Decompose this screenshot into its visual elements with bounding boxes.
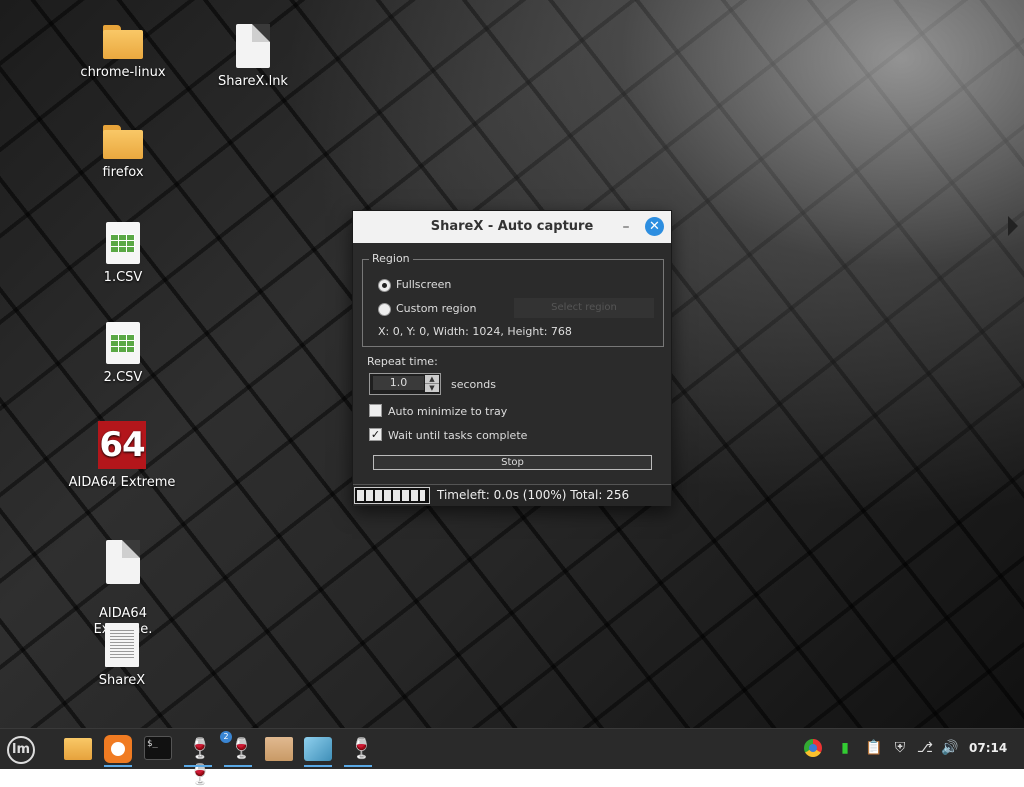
select-region-button[interactable]: Select region <box>513 297 655 319</box>
taskbar-files[interactable] <box>59 731 95 765</box>
desktop-icon-label: AIDA64 Extreme <box>68 475 176 490</box>
volume-icon[interactable]: 🔊 <box>941 739 959 757</box>
shield-icon[interactable]: ⛨ <box>891 739 909 757</box>
stop-button[interactable]: Stop <box>373 455 652 470</box>
clipboard-icon[interactable]: 📋 <box>865 739 883 757</box>
desktop-icon-firefox[interactable]: firefox <box>68 125 178 181</box>
wine-icon: 🍷 <box>229 736 254 760</box>
taskbar-wine[interactable]: 2 🍷 <box>220 731 256 767</box>
repeat-unit-label: seconds <box>451 378 496 391</box>
desktop-icon-label: firefox <box>102 165 144 180</box>
wine-glasses-icon: 🍷🍷 <box>187 736 213 786</box>
desktop: chrome-linux ShareX.lnk firefox 1.CSV 2.… <box>0 0 1024 728</box>
repeat-time-label: Repeat time: <box>367 355 438 368</box>
status-text: Timeleft: 0.0s (100%) Total: 256 <box>437 488 630 502</box>
fullscreen-radio[interactable] <box>378 279 391 292</box>
taskbar-cube[interactable] <box>300 731 336 767</box>
desktop-icon-label: ShareX.lnk <box>218 74 288 89</box>
minimize-button[interactable]: – <box>619 218 633 236</box>
aida64-logo-icon: 64 <box>98 421 146 469</box>
document-icon <box>105 623 139 667</box>
desktop-icon-sharex[interactable]: ShareX <box>67 623 177 689</box>
menu-button[interactable]: lm <box>2 731 38 765</box>
spin-down-icon[interactable]: ▼ <box>425 384 439 392</box>
file-icon <box>236 24 270 68</box>
mouse-cursor-icon <box>1008 216 1018 236</box>
terminal-icon: $_ <box>144 736 172 760</box>
region-legend: Region <box>369 252 413 265</box>
spreadsheet-icon <box>106 222 140 264</box>
taskbar: lm $_ 🍷🍷 2 🍷 🍷 ▮ 📋 ⛨ ⎇ 🔊 07:14 <box>0 728 1024 786</box>
desktop-icon-label: 1.CSV <box>103 270 143 285</box>
desktop-icon-chrome-linux[interactable]: chrome-linux <box>68 25 178 81</box>
spin-up-icon[interactable]: ▲ <box>425 375 439 384</box>
desktop-icon-label: ShareX <box>98 673 146 688</box>
taskbar-wine-glasses[interactable]: 🍷🍷 <box>180 731 216 786</box>
desktop-icon-aida64[interactable]: 64 AIDA64 Extreme <box>67 421 177 491</box>
battery-icon[interactable]: ▮ <box>836 739 854 757</box>
fullscreen-label[interactable]: Fullscreen <box>396 278 451 291</box>
taskbar-terminal[interactable]: $_ <box>140 731 176 765</box>
desktop-icon-label: chrome-linux <box>80 65 166 80</box>
close-button[interactable]: ✕ <box>645 217 664 236</box>
desktop-icon-1-csv[interactable]: 1.CSV <box>68 222 178 286</box>
custom-region-radio[interactable] <box>378 303 391 316</box>
wine-config-icon: 🍷 <box>349 736 374 760</box>
taskbar-wine-config[interactable]: 🍷 <box>340 731 376 767</box>
region-group: Region Fullscreen Custom region Select r… <box>362 252 664 347</box>
clock[interactable]: 07:14 <box>969 741 1007 755</box>
region-info: X: 0, Y: 0, Width: 1024, Height: 768 <box>378 325 572 338</box>
taskbar-firefox[interactable] <box>100 731 136 767</box>
archive-icon <box>265 737 293 761</box>
auto-capture-dialog: ShareX - Auto capture – ✕ Region Fullscr… <box>352 210 672 506</box>
cube-icon <box>304 737 332 761</box>
dialog-titlebar[interactable]: ShareX - Auto capture – ✕ <box>353 211 671 243</box>
repeat-time-spinbox[interactable]: 1.0 ▲ ▼ <box>369 373 441 395</box>
wait-tasks-label[interactable]: Wait until tasks complete <box>388 429 527 442</box>
custom-region-label[interactable]: Custom region <box>396 302 476 315</box>
auto-minimize-checkbox[interactable] <box>369 404 382 417</box>
files-icon <box>64 738 92 760</box>
desktop-icon-sharex-lnk[interactable]: ShareX.lnk <box>198 24 308 90</box>
chrome-icon[interactable] <box>804 739 822 757</box>
firefox-icon <box>104 735 132 763</box>
spreadsheet-icon <box>106 322 140 364</box>
mint-menu-icon: lm <box>7 736 35 764</box>
repeat-time-input[interactable]: 1.0 <box>373 376 424 390</box>
network-icon[interactable]: ⎇ <box>916 739 934 757</box>
auto-minimize-label[interactable]: Auto minimize to tray <box>388 405 507 418</box>
taskbar-archive[interactable] <box>260 731 296 765</box>
folder-icon <box>103 25 143 59</box>
file-icon <box>106 540 140 584</box>
wait-tasks-checkbox[interactable]: ✓ <box>369 428 382 441</box>
desktop-icon-2-csv[interactable]: 2.CSV <box>68 322 178 386</box>
status-bar: Timeleft: 0.0s (100%) Total: 256 <box>353 484 671 506</box>
progress-bar <box>354 487 430 504</box>
spin-arrows[interactable]: ▲ ▼ <box>425 375 439 392</box>
folder-icon <box>103 125 143 159</box>
desktop-icon-label: 2.CSV <box>103 370 143 385</box>
